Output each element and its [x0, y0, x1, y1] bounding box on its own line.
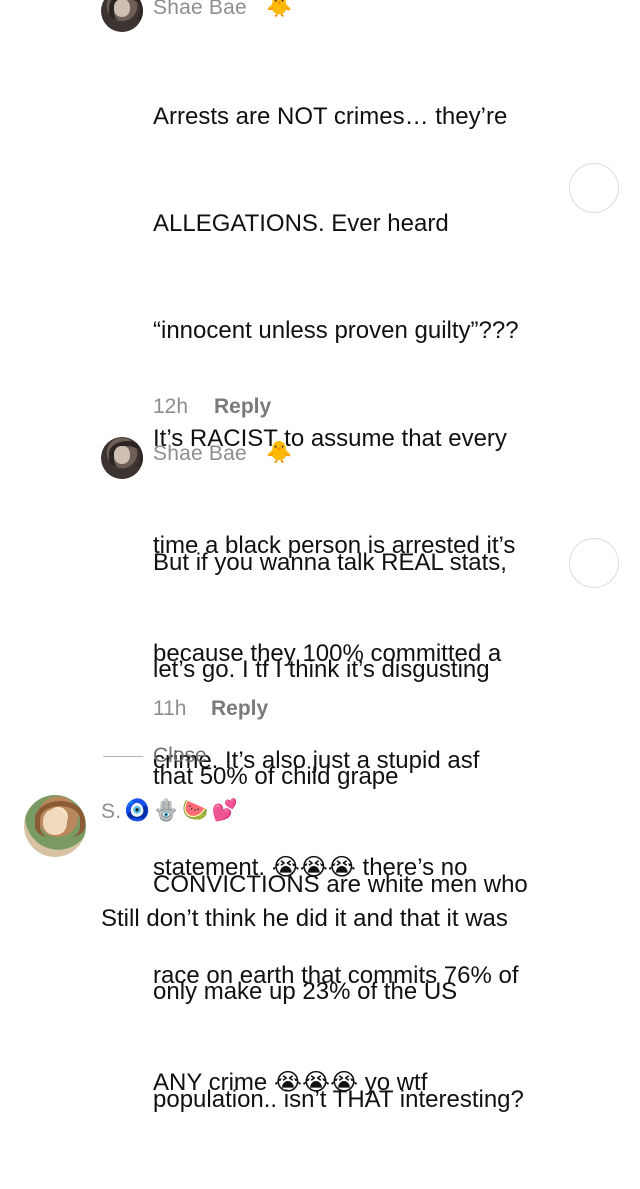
avatar[interactable] [101, 437, 143, 479]
comment-line: population.. isn’t THAT interesting? [153, 1085, 524, 1113]
comment-timestamp: 11h [153, 697, 187, 720]
avatar[interactable] [101, 0, 143, 32]
comment-line: “innocent unless proven guilty”??? [153, 317, 519, 345]
comment-username[interactable]: S. [101, 800, 121, 824]
comment-line: that 50% of child grape [153, 763, 399, 791]
comment-line: Arrests are NOT crimes… they’re [153, 102, 508, 130]
chick-badge-icon: 🐥 [266, 441, 293, 464]
chick-badge-icon: 🐥 [266, 0, 293, 18]
close-replies-button[interactable]: Close [153, 744, 207, 768]
reply-button[interactable]: Reply [211, 697, 268, 721]
emoji-badges-icon: 🧿🪬🍉💕 [124, 799, 241, 822]
avatar[interactable] [24, 795, 86, 857]
comment-username[interactable]: Shae Bae [153, 0, 247, 20]
like-circle-icon[interactable] [569, 163, 619, 213]
reply-button[interactable]: Reply [214, 395, 271, 419]
comment-line: ALLEGATIONS. Ever heard [153, 209, 449, 237]
comment-line: Still don’t think he did it and that it … [101, 904, 508, 932]
comment-timestamp: 12h [153, 395, 189, 418]
comment-line: But if you wanna talk REAL stats, [153, 548, 507, 576]
like-circle-icon[interactable] [569, 538, 619, 588]
comment-line: let’s go. I tf I think it’s disgusting [153, 655, 490, 683]
comment-username[interactable]: Shae Bae [153, 442, 247, 466]
comment-text: Still don’t think he did it and that it … [101, 829, 621, 1008]
close-divider [103, 756, 143, 757]
